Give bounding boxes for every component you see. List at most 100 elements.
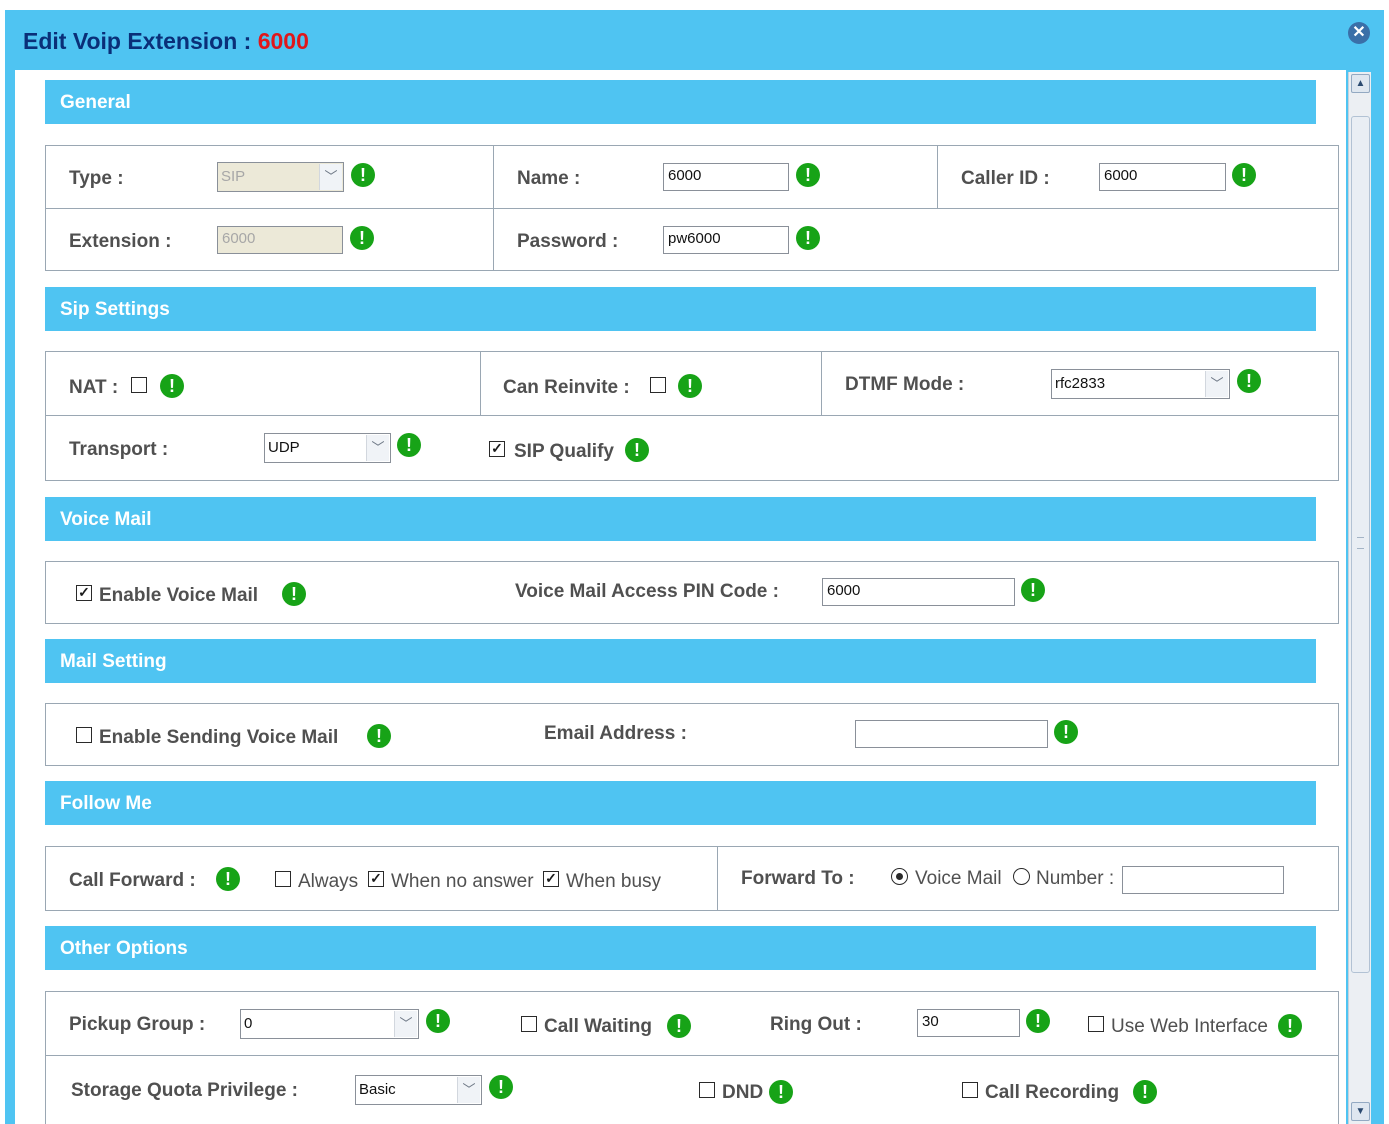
section-title: Other Options [60,938,188,959]
always-checkbox[interactable] [275,871,291,887]
info-exclamation-icon[interactable]: ! [1054,720,1078,744]
chevron-down-icon: ﹀ [394,1011,417,1037]
scroll-up-icon[interactable]: ▲ [1351,74,1370,93]
forwardto-label: Forward To : [741,868,855,889]
transport-select[interactable]: UDP ﹀ [264,433,391,463]
pickup-label: Pickup Group : [69,1014,206,1035]
info-exclamation-icon[interactable]: ! [796,163,820,187]
scroll-grip-icon [1357,537,1364,549]
info-exclamation-icon[interactable]: ! [160,374,184,398]
info-exclamation-icon[interactable]: ! [397,433,421,457]
pin-label: Voice Mail Access PIN Code : [515,581,779,602]
dialog-title-text: Edit Voip Extension : [23,28,258,54]
divider [46,208,1338,209]
callerid-input[interactable]: 6000 [1099,163,1226,191]
busy-label: When busy [566,871,662,892]
enable-sending-label: Enable Sending Voice Mail [99,727,339,748]
chevron-down-icon: ﹀ [457,1077,480,1103]
divider [937,146,938,208]
voicemail-option-label: Voice Mail [915,868,1002,889]
password-label: Password : [517,231,619,252]
webinterface-checkbox[interactable] [1088,1016,1104,1032]
vertical-scrollbar[interactable]: ▲ ▼ [1348,72,1371,1124]
scroll-down-icon[interactable]: ▼ [1351,1102,1370,1121]
divider [717,847,718,910]
dtmf-value: rfc2833 [1055,375,1106,392]
enable-sending-checkbox[interactable] [76,727,92,743]
name-input[interactable]: 6000 [663,163,789,191]
radio-dot [896,873,903,880]
ringout-input[interactable]: 30 [917,1009,1020,1037]
reinvite-checkbox[interactable] [650,377,666,393]
section-general: General [45,80,1316,124]
info-exclamation-icon[interactable]: ! [667,1014,691,1038]
no-answer-checkbox[interactable]: ✓ [368,871,384,887]
no-answer-label: When no answer [391,871,534,892]
info-exclamation-icon[interactable]: ! [282,582,306,606]
enable-voicemail-checkbox[interactable]: ✓ [76,585,92,601]
info-exclamation-icon[interactable]: ! [1237,369,1261,393]
sip-qualify-label: SIP Qualify [514,441,614,462]
dtmf-select[interactable]: rfc2833 ﹀ [1051,369,1230,399]
info-exclamation-icon[interactable]: ! [1133,1080,1157,1104]
recording-checkbox[interactable] [962,1082,978,1098]
dialog-title-extension: 6000 [257,28,309,54]
quota-label: Storage Quota Privilege : [71,1080,298,1101]
nat-checkbox[interactable] [131,377,147,393]
section-title: Sip Settings [60,299,170,320]
info-exclamation-icon[interactable]: ! [367,724,391,748]
email-label: Email Address : [544,723,687,744]
type-select: SIP ﹀ [217,162,344,192]
type-label: Type : [69,168,124,189]
always-label: Always [298,871,359,892]
info-exclamation-icon[interactable]: ! [678,374,702,398]
number-radio[interactable] [1013,868,1030,885]
section-title: General [60,92,131,113]
type-value: SIP [221,168,246,185]
nat-label: NAT : [69,377,119,398]
info-exclamation-icon[interactable]: ! [489,1075,513,1099]
dialog-titlebar: Edit Voip Extension : 6000 ✕ [5,10,1384,70]
email-input[interactable] [855,720,1048,748]
info-exclamation-icon[interactable]: ! [1026,1009,1050,1033]
dialog-title: Edit Voip Extension : 6000 [23,28,309,55]
dnd-checkbox[interactable] [699,1082,715,1098]
transport-value: UDP [268,439,300,456]
quota-select[interactable]: Basic ﹀ [355,1075,482,1105]
chevron-down-icon: ﹀ [1205,371,1228,397]
voicemail-radio[interactable] [891,868,908,885]
info-exclamation-icon[interactable]: ! [625,438,649,462]
password-input[interactable]: pw6000 [663,226,789,254]
info-exclamation-icon[interactable]: ! [769,1080,793,1104]
busy-checkbox[interactable]: ✓ [543,871,559,887]
section-mail-setting: Mail Setting [45,639,1316,683]
webinterface-label: Use Web Interface [1111,1016,1269,1037]
number-option-label: Number : [1036,868,1115,889]
divider [46,1055,1338,1056]
info-exclamation-icon[interactable]: ! [1021,578,1045,602]
pin-input[interactable]: 6000 [822,578,1015,606]
sip-qualify-checkbox[interactable]: ✓ [489,441,505,457]
dtmf-label: DTMF Mode : [845,374,965,395]
info-exclamation-icon[interactable]: ! [796,226,820,250]
section-title: Mail Setting [60,651,167,672]
forward-number-input[interactable] [1122,866,1284,894]
dnd-label: DND [722,1082,764,1103]
callforward-label: Call Forward : [69,870,196,891]
info-exclamation-icon[interactable]: ! [350,226,374,250]
quota-value: Basic [359,1081,396,1098]
info-exclamation-icon[interactable]: ! [351,163,375,187]
section-other-options: Other Options [45,926,1316,970]
callerid-label: Caller ID : [961,168,1050,189]
extension-label: Extension : [69,231,172,252]
callwaiting-checkbox[interactable] [521,1016,537,1032]
info-exclamation-icon[interactable]: ! [1232,163,1256,187]
scroll-thumb[interactable] [1351,116,1370,973]
info-exclamation-icon[interactable]: ! [1278,1014,1302,1038]
chevron-down-icon: ﹀ [366,435,389,461]
pickup-value: 0 [244,1015,253,1032]
close-icon[interactable]: ✕ [1348,22,1370,44]
info-exclamation-icon[interactable]: ! [216,867,240,891]
pickup-select[interactable]: 0 ﹀ [240,1009,419,1039]
info-exclamation-icon[interactable]: ! [426,1009,450,1033]
